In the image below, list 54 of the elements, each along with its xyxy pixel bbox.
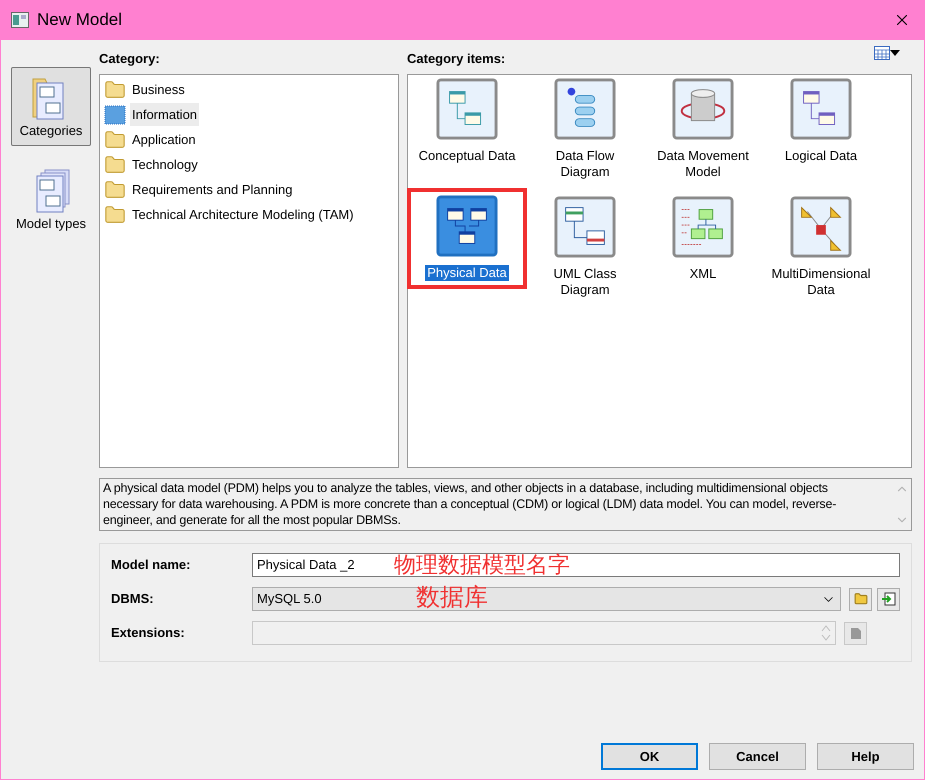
folder-icon — [854, 592, 868, 606]
extension-button[interactable] — [844, 622, 867, 644]
table-diagram-icon — [436, 195, 498, 257]
dialog-button[interactable]: OK — [601, 743, 698, 770]
model-name-field[interactable]: Physical Data _2 物理数据模型名字 — [252, 553, 900, 577]
view-menu-button[interactable] — [874, 46, 900, 60]
folder-icon — [104, 178, 126, 200]
category-item-tile[interactable]: UML Class Diagram — [530, 266, 640, 298]
window-icon — [11, 12, 29, 28]
window-title: New Model — [37, 9, 124, 32]
category-item-tile[interactable]: Logical Data — [766, 148, 876, 164]
class-diagram-icon — [554, 196, 616, 258]
nav-item[interactable]: Model types — [11, 160, 91, 239]
table-diagram-icon — [436, 78, 498, 140]
annotation-text: 物理数据模型名字 — [394, 554, 570, 576]
category-item[interactable]: Requirements and Planning — [130, 178, 294, 202]
flowchart-icon — [554, 78, 616, 140]
folder-icon — [104, 128, 126, 150]
model-name-label: Model name: — [111, 556, 192, 574]
table-diagram-icon — [790, 78, 852, 140]
category-item[interactable]: Technical Architecture Modeling (TAM) — [130, 202, 356, 226]
category-item-tile[interactable]: XML — [648, 266, 758, 282]
browse-button[interactable] — [849, 588, 872, 610]
category-item-tile[interactable]: Conceptual Data — [412, 148, 522, 164]
category-item-tile[interactable]: Physical Data — [425, 265, 509, 281]
category-item[interactable]: Business — [130, 78, 187, 102]
dialog-button[interactable]: Cancel — [709, 743, 806, 770]
nav-item[interactable]: Categories — [11, 67, 91, 146]
caret-icon — [890, 50, 900, 56]
folder-icon — [104, 154, 126, 176]
tree-diagram-icon — [672, 196, 734, 258]
category-item-tile[interactable]: MultiDimensional Data — [766, 266, 876, 298]
grid-icon — [104, 104, 126, 124]
category-item[interactable]: Technology — [130, 152, 200, 176]
category-label: Category: — [99, 50, 160, 68]
database-icon — [672, 78, 734, 140]
dbms-label: DBMS: — [111, 590, 155, 608]
category-item-tile[interactable]: Data Flow Diagram — [530, 148, 640, 180]
folder-icon — [104, 78, 126, 100]
category-item[interactable]: Information — [130, 102, 200, 126]
extensions-label: Extensions: — [111, 624, 186, 642]
annotation-text: 数据库 — [416, 584, 488, 612]
document-icon — [850, 626, 862, 640]
category-item[interactable]: Application — [130, 128, 198, 152]
cube-icon — [790, 196, 852, 258]
category-item-tile[interactable]: Data Movement Model — [648, 148, 758, 180]
grid-view-icon — [874, 46, 890, 60]
dialog-button[interactable]: Help — [817, 743, 914, 770]
category-items-label: Category items: — [407, 50, 506, 68]
import-icon — [882, 592, 896, 606]
description-text: A physical data model (PDM) helps you to analyze the tables, views, and other objects in a database, including multidimensional objects necessary for data warehousing. A PDM is more concrete than a conceptual (CDM) or logical (LDM) data model. You can model, reverse-engineer, and generate for all the most popular DBMSs. — [102, 480, 838, 529]
spin-icon — [821, 624, 831, 642]
folder-icon — [104, 204, 126, 226]
import-button[interactable] — [877, 588, 900, 610]
